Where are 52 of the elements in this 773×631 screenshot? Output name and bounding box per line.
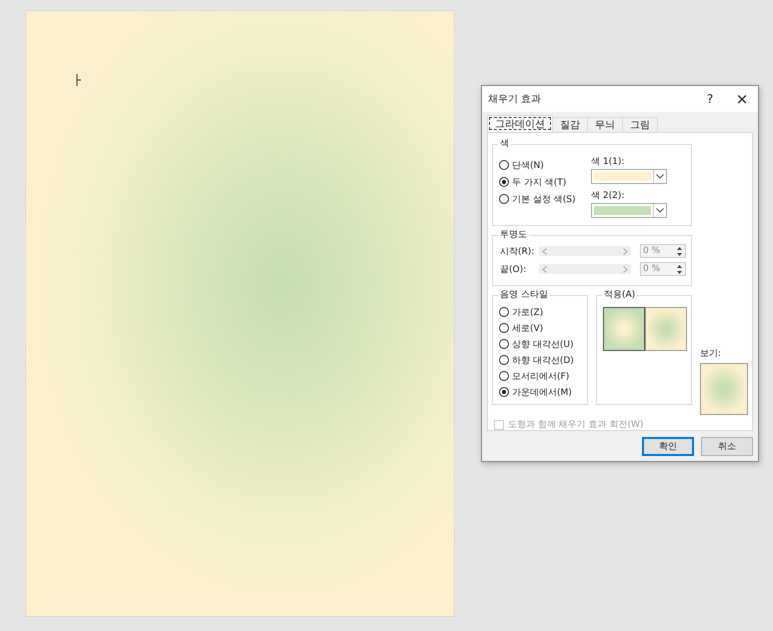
picker-label: 색 2(2):: [591, 190, 626, 201]
radio-button[interactable]: [499, 355, 509, 365]
gradient-variant[interactable]: [603, 307, 645, 351]
picker-label: 색 1(1):: [591, 156, 626, 167]
spin-value: 0 %: [642, 246, 662, 256]
option-label: 가운데에서(M): [512, 386, 572, 398]
option-label: 두 가지 색(T): [512, 176, 566, 188]
chevron-right-icon: [623, 266, 628, 272]
ok-button[interactable]: 확인: [642, 437, 694, 456]
option-label: 상향 대각선(U): [512, 338, 574, 350]
radio-button[interactable]: [499, 323, 509, 333]
up-down-arrows-icon: [675, 246, 684, 256]
chevron-right-icon: [623, 248, 628, 254]
tab[interactable]: 무늬: [587, 117, 623, 132]
tab[interactable]: 그림: [622, 117, 658, 132]
chevron-down-icon: [656, 208, 664, 213]
chevron-left-icon: [542, 248, 547, 254]
radio-button[interactable]: [499, 371, 509, 381]
radio-button[interactable]: [499, 339, 509, 349]
chevron-down-icon: [656, 174, 664, 179]
dialog-title: 채우기 효과: [488, 93, 542, 106]
radio-button[interactable]: [499, 160, 509, 170]
radio-button[interactable]: [499, 177, 509, 187]
radio-button[interactable]: [499, 307, 509, 317]
text-cursor-icon: [76, 74, 82, 86]
preview-swatch: [700, 363, 748, 415]
slider-label: 끝(O):: [500, 264, 528, 276]
help-button[interactable]: ?: [694, 86, 726, 112]
radio-button[interactable]: [499, 387, 509, 397]
chevron-left-icon: [542, 266, 547, 272]
option-label: 모서리에서(F): [512, 370, 570, 382]
tab[interactable]: 질감: [552, 117, 588, 132]
group-label: 투명도: [498, 229, 529, 241]
color-dropdown[interactable]: [591, 203, 667, 218]
group-label: 색: [498, 138, 511, 150]
tab[interactable]: 그라데이션: [487, 115, 553, 132]
radio-button[interactable]: [499, 194, 509, 204]
close-button[interactable]: ×: [726, 86, 758, 112]
option-label: 하향 대각선(D): [512, 354, 574, 366]
option-label: 기본 설정 색(S): [512, 194, 576, 206]
option-label: 가로(Z): [512, 306, 544, 318]
group-label: 적용(A): [602, 289, 638, 301]
spin-value: 0 %: [642, 264, 662, 274]
option-label: 세로(V): [512, 322, 544, 334]
color-dropdown[interactable]: [591, 169, 667, 184]
cancel-button[interactable]: 취소: [701, 437, 753, 456]
checkbox-label: 도형과 함께 채우기 효과 회전(W): [508, 419, 644, 431]
preview-label: 보기:: [700, 348, 722, 360]
slider-label: 시작(R):: [500, 246, 536, 258]
option-label: 단색(N): [512, 160, 544, 172]
group-label: 음영 스타일: [498, 289, 550, 301]
up-down-arrows-icon: [675, 264, 684, 274]
